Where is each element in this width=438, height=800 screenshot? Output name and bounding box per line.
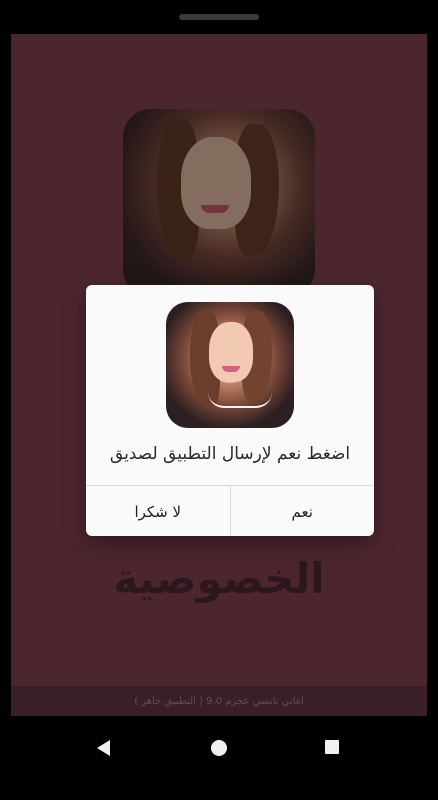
status-bar (0, 0, 438, 34)
share-dialog: اضغط نعم لإرسال التطبيق لصديق لا شكرا نع… (86, 285, 374, 536)
signature-icon (208, 392, 272, 408)
recents-icon[interactable] (325, 740, 339, 754)
dialog-face-icon (209, 322, 253, 382)
dialog-actions: لا شكرا نعم (86, 485, 374, 536)
home-icon[interactable] (211, 740, 227, 756)
dialog-message: اضغط نعم لإرسال التطبيق لصديق (109, 444, 351, 464)
no-thanks-button[interactable]: لا شكرا (86, 486, 230, 536)
app-screen: الخصوصية اغاني نانسي عجرم 9.0 ( التطبيق … (11, 34, 427, 716)
phone-device: الخصوصية اغاني نانسي عجرم 9.0 ( التطبيق … (0, 0, 438, 800)
yes-button[interactable]: نعم (229, 486, 375, 536)
navigation-bar (0, 716, 438, 800)
share-app-icon (166, 302, 294, 428)
back-icon[interactable] (97, 740, 110, 756)
speaker-slot (179, 14, 259, 20)
